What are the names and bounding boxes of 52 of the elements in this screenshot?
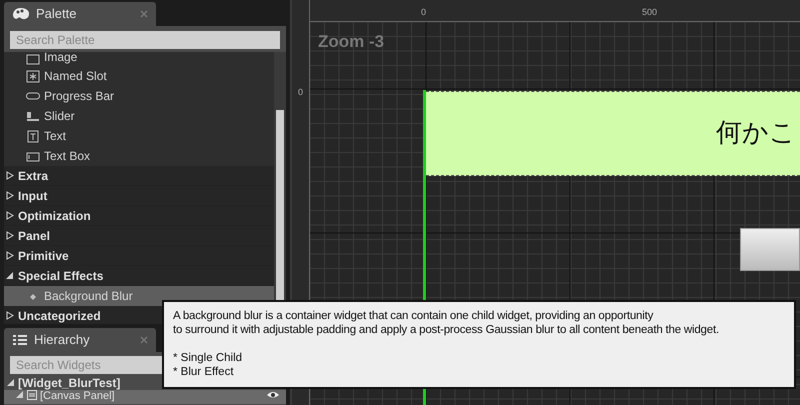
- category-label: Primitive: [18, 248, 69, 264]
- expanded-arrow-icon[interactable]: [6, 271, 14, 280]
- item-label: Slider: [44, 108, 75, 125]
- item-label: Image: [44, 52, 78, 66]
- category-row[interactable]: Primitive: [4, 246, 274, 266]
- ruler-label: 0: [298, 86, 304, 99]
- panel-icon: [27, 390, 37, 400]
- category-label: Optimization: [18, 208, 91, 224]
- zoom-label: Zoom -3: [318, 31, 384, 53]
- category-row[interactable]: Optimization: [4, 206, 274, 226]
- tooltip-text: to surround it with adjustable padding and apply a post-process Gaussian blur to all content beneath the widget.: [173, 323, 720, 337]
- widget-icon: [26, 150, 40, 162]
- panel-tab[interactable]: Hierarchy: [4, 328, 156, 352]
- category-row[interactable]: Panel: [4, 226, 274, 246]
- block-text: 何かこ: [716, 117, 796, 150]
- collapsed-arrow-icon[interactable]: [6, 191, 14, 200]
- collapsed-arrow-icon[interactable]: [6, 251, 14, 260]
- category-row[interactable]: Extra: [4, 166, 274, 186]
- widget-icon: [26, 53, 40, 66]
- tree-label: [Widget_BlurTest]: [18, 374, 120, 391]
- category-row[interactable]: Input: [4, 186, 274, 206]
- eye-icon[interactable]: [266, 390, 280, 399]
- widget-icon: [26, 130, 40, 142]
- collapsed-arrow-icon[interactable]: [6, 311, 14, 320]
- collapsed-arrow-icon[interactable]: [6, 211, 14, 220]
- collapsed-arrow-icon[interactable]: [6, 231, 14, 240]
- category-label: Extra: [18, 168, 48, 184]
- tree-label: [Canvas Panel]: [40, 390, 115, 402]
- category-row[interactable]: Special Effects: [4, 266, 274, 286]
- category-label: Panel: [18, 228, 50, 244]
- category-label: Special Effects: [18, 268, 104, 284]
- widget-icon: [26, 70, 40, 82]
- search-field[interactable]: Search Palette: [10, 31, 280, 49]
- collapsed-arrow-icon[interactable]: [6, 171, 14, 180]
- item-label: Background Blur: [44, 288, 133, 305]
- tab-title: Palette: [36, 5, 76, 24]
- widget-icon: [26, 90, 40, 102]
- item-label: Text Box: [44, 148, 90, 165]
- tab-title: Hierarchy: [34, 331, 90, 350]
- ruler-label: 0: [421, 6, 426, 19]
- widget-icon: [26, 110, 40, 122]
- ruler-label: 500: [642, 6, 658, 19]
- item-label: Text: [44, 128, 66, 145]
- item-label: Named Slot: [44, 68, 107, 85]
- palette-icon: [12, 7, 30, 21]
- list-icon: [12, 334, 28, 346]
- category-label: Uncategorized: [18, 308, 101, 324]
- item-label: Progress Bar: [44, 88, 114, 105]
- panel-tab[interactable]: Palette: [4, 2, 156, 26]
- expanded-arrow-icon[interactable]: [7, 378, 15, 387]
- tree-row[interactable]: [Canvas Panel]: [4, 390, 286, 404]
- category-label: Input: [18, 188, 48, 204]
